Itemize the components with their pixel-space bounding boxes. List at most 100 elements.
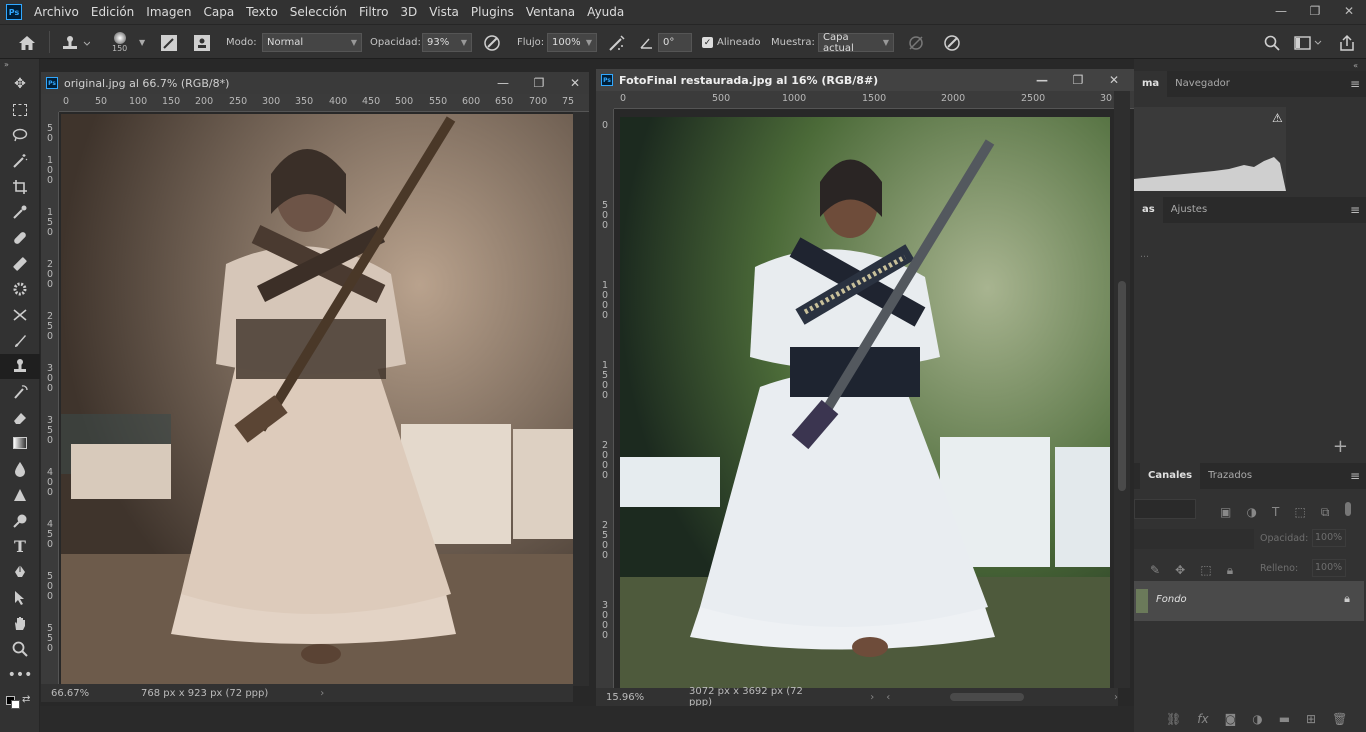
type-filter-icon[interactable]: T [1272, 505, 1279, 519]
gradient-tool-icon[interactable] [0, 431, 40, 457]
scroll-right-icon[interactable]: › [1114, 692, 1118, 703]
layer-name[interactable]: Fondo [1156, 594, 1187, 605]
blur-tool-icon[interactable] [0, 456, 40, 482]
clone-stamp-tool-icon[interactable] [0, 353, 40, 380]
lock-all-icon[interactable]: 🔒︎ [1227, 563, 1233, 578]
panel-menu-icon[interactable]: ≡ [1350, 469, 1360, 483]
folder-icon[interactable]: ▬ [1279, 712, 1290, 726]
layer-opacity-value[interactable]: 100% [1312, 529, 1346, 547]
lock-artboard-icon[interactable]: ⬚ [1200, 563, 1211, 577]
close-icon[interactable]: ✕ [1332, 0, 1366, 24]
blend-mode-select[interactable] [1134, 529, 1254, 549]
magic-wand-tool-icon[interactable] [0, 148, 40, 174]
panel-menu-icon[interactable]: ≡ [1350, 77, 1360, 91]
original-photo-canvas[interactable] [61, 114, 573, 684]
status-menu-arrow-icon[interactable]: › [320, 688, 324, 699]
menu-seleccion[interactable]: Selección [290, 5, 347, 19]
opacity-input[interactable]: 93% ▼ [422, 33, 472, 52]
vertical-scrollbar[interactable] [1114, 91, 1130, 688]
scroll-left-icon[interactable]: ‹ [886, 692, 890, 703]
layer-row-fondo[interactable]: Fondo 🔒︎ [1134, 581, 1364, 621]
angle-input[interactable]: 0° [658, 33, 692, 52]
move-tool-icon[interactable]: ✥ [0, 71, 40, 97]
pressure-opacity-icon[interactable] [482, 25, 502, 60]
content-aware-move-tool-icon[interactable] [0, 302, 40, 328]
dodge-tool-icon[interactable] [0, 508, 40, 534]
menu-vista[interactable]: Vista [429, 5, 459, 19]
menu-filtro[interactable]: Filtro [359, 5, 388, 19]
gear-tool-icon[interactable] [0, 277, 40, 303]
panel-menu-icon[interactable]: ≡ [1350, 203, 1360, 217]
color-swatches-icon[interactable]: ⇄ [0, 688, 40, 712]
chevron-down-icon[interactable]: ▼ [139, 25, 145, 60]
menu-3d[interactable]: 3D [400, 5, 417, 19]
adjustment-filter-icon[interactable]: ◑ [1246, 505, 1256, 519]
new-layer-icon[interactable]: ⊞ [1306, 712, 1316, 726]
healing-brush-tool-icon[interactable] [0, 225, 40, 251]
pressure-size-icon[interactable] [942, 25, 962, 60]
trash-icon[interactable]: 🗑︎ [1332, 712, 1347, 726]
minimize-icon[interactable]: — [1264, 0, 1298, 24]
restore-icon[interactable]: ❐ [1298, 0, 1332, 24]
collapse-panels-icon[interactable]: « [1353, 61, 1358, 70]
restored-photo-canvas[interactable] [620, 117, 1110, 688]
eyedropper-tool-icon[interactable] [0, 199, 40, 225]
zoom-level[interactable]: 66.67% [51, 688, 141, 699]
mask-icon[interactable]: ◙ [1225, 712, 1237, 726]
share-icon[interactable] [1338, 25, 1356, 60]
home-icon[interactable] [18, 25, 36, 60]
menu-plugins[interactable]: Plugins [471, 5, 514, 19]
brush-tool-icon[interactable] [0, 251, 40, 277]
tab-ajustes[interactable]: Ajustes [1163, 197, 1215, 223]
tab-trazados[interactable]: Trazados [1200, 463, 1260, 489]
document-tab-original[interactable]: Ps original.jpg al 66.7% (RGB/8*) — ❐ ✕ [41, 72, 589, 94]
airbrush-icon[interactable] [607, 25, 627, 60]
restore-icon[interactable]: ❐ [521, 76, 557, 90]
ignore-adjustment-layers-icon[interactable] [907, 25, 925, 60]
type-tool-icon[interactable]: T [0, 533, 40, 559]
shape-filter-icon[interactable]: ⬚ [1294, 505, 1305, 519]
menu-imagen[interactable]: Imagen [146, 5, 191, 19]
filter-toggle[interactable] [1344, 502, 1351, 516]
horizontal-scrollbar-thumb[interactable] [950, 693, 1024, 701]
zoom-tool-icon[interactable] [0, 636, 40, 662]
menu-ventana[interactable]: Ventana [526, 5, 575, 19]
more-tools-icon[interactable]: ••• [0, 662, 40, 688]
lock-icon[interactable]: 🔒︎ [1344, 592, 1350, 606]
crop-tool-icon[interactable] [0, 174, 40, 200]
history-brush-tool-icon[interactable] [0, 379, 40, 405]
search-icon[interactable] [1264, 25, 1280, 60]
menu-edicion[interactable]: Edición [91, 5, 134, 19]
path-selection-tool-icon[interactable] [0, 585, 40, 611]
lock-pixels-icon[interactable]: ✎ [1150, 563, 1160, 577]
status-menu-arrow-icon[interactable]: › [870, 692, 874, 703]
close-icon[interactable]: ✕ [1096, 73, 1132, 87]
vertical-scrollbar[interactable] [573, 112, 589, 686]
image-filter-icon[interactable]: ▣ [1220, 505, 1231, 519]
clone-stamp-preset-icon[interactable] [60, 25, 90, 60]
minimize-icon[interactable]: — [1024, 73, 1060, 87]
document-tab-restored[interactable]: Ps FotoFinal restaurada.jpg al 16% (RGB/… [596, 69, 1134, 91]
sharpen-tool-icon[interactable] [0, 482, 40, 508]
close-icon[interactable]: ✕ [557, 76, 593, 90]
tab-propiedades[interactable]: as [1134, 197, 1163, 223]
clone-source-icon[interactable] [193, 25, 211, 60]
marquee-tool-icon[interactable] [0, 97, 40, 123]
tab-histograma[interactable]: ma [1134, 71, 1168, 97]
restore-icon[interactable]: ❐ [1060, 73, 1096, 87]
aligned-checkbox[interactable]: ✓ Alineado [702, 25, 760, 60]
menu-texto[interactable]: Texto [246, 5, 278, 19]
eraser-tool-icon[interactable] [0, 405, 40, 431]
paint-brush-tool-icon[interactable] [0, 328, 40, 354]
layer-filter-field[interactable] [1134, 499, 1196, 519]
brush-size-picker[interactable]: 150 [112, 25, 127, 60]
fx-icon[interactable]: fx [1197, 712, 1208, 726]
mode-select[interactable]: Normal ▼ [262, 33, 362, 52]
tab-navegador[interactable]: Navegador [1167, 71, 1238, 97]
sample-select[interactable]: Capa actual ▼ [818, 32, 894, 54]
adjustment-layer-icon[interactable]: ◑ [1252, 712, 1262, 726]
link-layers-icon[interactable]: ⛓ [1166, 712, 1181, 726]
add-icon[interactable]: + [1333, 436, 1348, 457]
minimize-icon[interactable]: — [485, 76, 521, 90]
lasso-tool-icon[interactable] [0, 122, 40, 148]
